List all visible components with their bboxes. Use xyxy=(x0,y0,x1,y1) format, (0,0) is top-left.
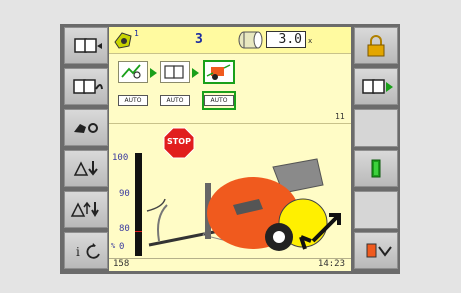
function-baler-box-selected[interactable] xyxy=(203,60,235,84)
softkey-bale-lower[interactable] xyxy=(64,150,108,187)
baler-mode-icon xyxy=(74,38,102,53)
scale-tick-80: 80 xyxy=(119,224,130,234)
auto-selected-frame[interactable]: AUTO xyxy=(202,91,236,110)
baler-tractor-icon xyxy=(206,64,231,80)
flow-arrow-icon-2 xyxy=(192,68,199,78)
auto-label-1: AUTO xyxy=(118,95,148,106)
bale-raise-icon xyxy=(70,201,99,217)
softkey-pickup-settings[interactable] xyxy=(64,109,108,146)
pickup-settings-icon xyxy=(74,123,98,133)
softkey-baler-forward[interactable] xyxy=(354,68,398,105)
auto-label-3: AUTO xyxy=(204,95,234,106)
softkey-baler-next[interactable] xyxy=(64,68,108,105)
scale-tick-90: 90 xyxy=(119,189,130,199)
info-rotate-icon: i xyxy=(76,243,100,259)
flow-arrow-icon xyxy=(150,68,157,78)
scale-unit: % xyxy=(111,242,116,250)
bale-total: 3 xyxy=(195,32,203,47)
density-marker xyxy=(135,231,142,232)
softkey-bale-eject[interactable] xyxy=(354,232,398,269)
main-display: 1 3 3.0 x AUTO AUTO AUTO 11 STOP 100 90 … xyxy=(109,27,351,271)
softkey-empty-1[interactable] xyxy=(354,109,398,147)
scale-bottom: 0 xyxy=(119,242,125,252)
softkey-empty-2[interactable] xyxy=(354,191,398,229)
pickup-icon xyxy=(121,64,141,79)
svg-text:i: i xyxy=(76,245,80,259)
green-block-icon xyxy=(371,159,381,178)
terminal-screen: i 1 3 3.0 x AUTO AUTO AUTO 11 STOP 100 9… xyxy=(60,24,400,274)
baler-illustration xyxy=(146,158,341,251)
density-bar xyxy=(135,153,142,256)
bale-eject-icon xyxy=(366,243,392,258)
baler-forward-icon xyxy=(362,79,393,94)
padlock-icon xyxy=(367,35,385,57)
knife-setting-value: 3.0 xyxy=(278,32,302,47)
baler-next-icon xyxy=(73,79,103,94)
knife-setting-suffix: x xyxy=(308,37,313,45)
right-softkey-column xyxy=(354,27,398,271)
left-softkey-column: i xyxy=(64,27,108,271)
softkey-baler-mode[interactable] xyxy=(64,27,108,64)
softkey-green-block[interactable] xyxy=(354,150,398,187)
bale-counter-icon xyxy=(114,32,132,49)
panel-number: 11 xyxy=(335,112,345,121)
status-left-value: 158 xyxy=(113,259,130,269)
bale-counter-superscript: 1 xyxy=(134,29,139,38)
status-clock: 14:23 xyxy=(317,259,345,269)
status-bar: 158 14:23 xyxy=(109,258,351,271)
knife-roll-icon xyxy=(238,31,263,49)
softkey-bale-raise[interactable] xyxy=(64,191,108,228)
auto-label-2: AUTO xyxy=(160,95,190,106)
bale-chamber-icon xyxy=(164,65,184,79)
bale-lower-icon xyxy=(73,161,98,176)
function-bale-chamber-box[interactable] xyxy=(160,61,190,83)
header-bar: 1 3 3.0 x xyxy=(109,27,351,54)
softkey-info-rotate[interactable]: i xyxy=(64,232,108,269)
function-pickup-box[interactable] xyxy=(118,61,148,83)
softkey-lock[interactable] xyxy=(354,27,398,64)
divider xyxy=(109,123,351,124)
knife-setting-field[interactable]: 3.0 xyxy=(266,31,306,48)
scale-tick-100: 100 xyxy=(112,153,129,163)
